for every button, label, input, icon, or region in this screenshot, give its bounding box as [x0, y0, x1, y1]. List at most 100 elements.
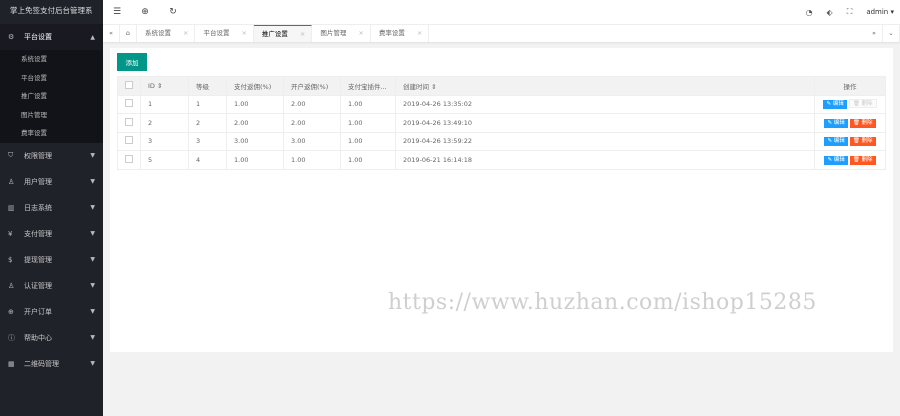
table-cell: 1 — [188, 94, 227, 114]
row-select-cell[interactable] — [117, 150, 141, 170]
sidebar-item-label: 平台设置 — [24, 33, 52, 41]
shield-icon: ⛉ — [8, 151, 14, 160]
submenu-item[interactable]: 系统设置 — [0, 50, 103, 69]
select-all-checkbox[interactable] — [125, 80, 133, 89]
scroll-right-icon[interactable]: » — [866, 25, 883, 42]
caret-down-icon: ▼ — [90, 152, 95, 160]
select-all-cell[interactable] — [117, 76, 141, 96]
tab[interactable]: 费率设置 × — [371, 25, 430, 42]
table-cell: 1.00 — [226, 150, 284, 170]
sidebar-item[interactable]: ♙ 认证管理 ▼ — [0, 273, 103, 299]
tab[interactable]: 平台设置 × — [195, 25, 254, 42]
globe-icon[interactable]: ⊕ — [131, 7, 159, 17]
sidebar-item[interactable]: ♙ 用户管理 ▼ — [0, 169, 103, 195]
close-icon[interactable]: × — [358, 25, 363, 42]
username: admin — [866, 8, 889, 16]
row-checkbox[interactable] — [125, 154, 133, 163]
submenu-item[interactable]: 平台设置 — [0, 69, 103, 88]
submenu-item[interactable]: 图片管理 — [0, 106, 103, 125]
qrcode-icon: ▦ — [8, 359, 15, 368]
caret-down-icon: ▼ — [90, 360, 95, 368]
edit-button[interactable]: ✎ 编辑 — [824, 155, 848, 165]
sidebar-item[interactable]: ▥ 日志系统 ▼ — [0, 195, 103, 221]
user-menu[interactable]: admin ▾ — [866, 8, 894, 16]
col-created[interactable]: 创建时间 ⇕ — [395, 76, 815, 96]
sidebar-item[interactable]: ⚙ 平台设置 ▲ — [0, 24, 103, 50]
col-id[interactable]: ID ⇕ — [140, 76, 189, 96]
refresh-icon[interactable]: ↻ — [159, 7, 187, 17]
fullscreen-icon[interactable]: ⛶ — [847, 7, 853, 17]
gear-icon: ⚙ — [8, 33, 15, 41]
close-icon[interactable]: × — [241, 25, 246, 42]
theme-icon[interactable]: ◔ — [806, 8, 813, 17]
table-cell: 1.00 — [340, 131, 396, 151]
dollar-icon: $ — [8, 255, 13, 264]
col-pay-rebate: 支付返佣(%) — [226, 76, 284, 96]
sidebar-item[interactable]: ▦ 二维码管理 ▼ — [0, 351, 103, 377]
sidebar-item[interactable]: ¥ 支付管理 ▼ — [0, 221, 103, 247]
table-cell: 2019-06-21 16:14:18 — [395, 150, 815, 170]
scroll-left-icon[interactable]: « — [103, 25, 120, 42]
home-icon[interactable]: ⌂ — [120, 25, 137, 42]
tab[interactable]: 系统设置 × — [137, 25, 196, 42]
edit-button[interactable]: ✎ 编辑 — [824, 118, 848, 128]
globe-icon: ⊕ — [8, 307, 14, 316]
delete-button[interactable]: 🗑 删除 — [849, 118, 876, 128]
book-icon: ▥ — [8, 203, 15, 212]
actions-cell: ✎ 编辑 🗑 删除 — [814, 131, 886, 151]
table-cell: 2019-04-26 13:35:02 — [395, 94, 815, 114]
delete-label: 删除 — [861, 119, 873, 126]
edit-button[interactable]: ✎ 编辑 — [824, 137, 848, 147]
delete-label: 删除 — [861, 138, 873, 145]
table-cell: 2 — [140, 113, 189, 133]
caret-down-icon: ▼ — [90, 282, 95, 290]
sidebar-item-label: 开户订单 — [24, 307, 52, 316]
edit-label: 编辑 — [833, 156, 845, 163]
sidebar-item[interactable]: ⓘ 帮助中心 ▼ — [0, 325, 103, 351]
sidebar-item[interactable]: ⛉ 权限管理 ▼ — [0, 143, 103, 169]
close-icon[interactable]: × — [183, 25, 188, 42]
sidebar-item[interactable]: $ 提现管理 ▼ — [0, 247, 103, 273]
edit-label: 编辑 — [833, 138, 845, 145]
sidebar-item-label: 提现管理 — [24, 255, 52, 264]
table-cell: 2.00 — [283, 113, 341, 133]
submenu-item[interactable]: 费率设置 — [0, 124, 103, 143]
tab-label: 系统设置 — [145, 29, 171, 37]
table-cell: 3 — [140, 131, 189, 151]
menu-toggle-icon[interactable]: ☰ — [103, 7, 131, 17]
sidebar-item[interactable]: ⊕ 开户订单 ▼ — [0, 299, 103, 325]
tag-icon[interactable]: ⬖ — [827, 8, 833, 17]
add-button[interactable]: 添加 — [117, 53, 147, 71]
sidebar-item-label: 认证管理 — [24, 281, 52, 290]
chevron-down-icon[interactable]: ⌄ — [883, 25, 900, 42]
tab[interactable]: 图片管理 × — [312, 25, 371, 42]
user-icon: ♙ — [8, 177, 15, 186]
row-checkbox[interactable] — [125, 117, 133, 126]
delete-button[interactable]: 🗑 删除 — [849, 155, 876, 165]
tab-label: 费率设置 — [378, 29, 405, 37]
row-select-cell[interactable] — [117, 113, 141, 133]
user-check-icon: ♙ — [8, 281, 15, 290]
table-row: 2 2 2.00 2.00 1.00 2019-04-26 13:49:10 ✎ 编辑 🗑 删… — [117, 113, 886, 133]
delete-button[interactable]: 🗑 删除 — [849, 137, 876, 147]
row-select-cell[interactable] — [117, 131, 141, 151]
caret-down-icon: ▼ — [90, 256, 95, 264]
row-checkbox[interactable] — [125, 99, 133, 108]
close-icon[interactable]: × — [300, 26, 305, 42]
delete-button[interactable]: 🗑 删除 — [848, 99, 877, 109]
edit-button[interactable]: ✎ 编辑 — [823, 100, 847, 110]
row-checkbox[interactable] — [125, 136, 133, 145]
col-actions: 操作 — [814, 76, 886, 96]
actions-cell: ✎ 编辑 🗑 删除 — [814, 150, 886, 170]
table-cell: 1.00 — [283, 150, 341, 170]
submenu-item[interactable]: 推广设置 — [0, 87, 103, 106]
row-select-cell[interactable] — [117, 94, 141, 114]
col-open-rebate: 开户返佣(%) — [283, 76, 341, 96]
table-cell: 3 — [188, 131, 227, 151]
caret-down-icon: ▼ — [90, 204, 95, 212]
sidebar-item-label: 权限管理 — [24, 151, 52, 160]
table-row: 3 3 3.00 3.00 1.00 2019-04-26 13:59:22 ✎ 编辑 🗑 删… — [117, 131, 886, 151]
col-alipay-plugin: 支付宝插件... — [340, 76, 396, 96]
close-icon[interactable]: × — [417, 25, 422, 42]
tab[interactable]: 推广设置 × — [253, 25, 313, 42]
